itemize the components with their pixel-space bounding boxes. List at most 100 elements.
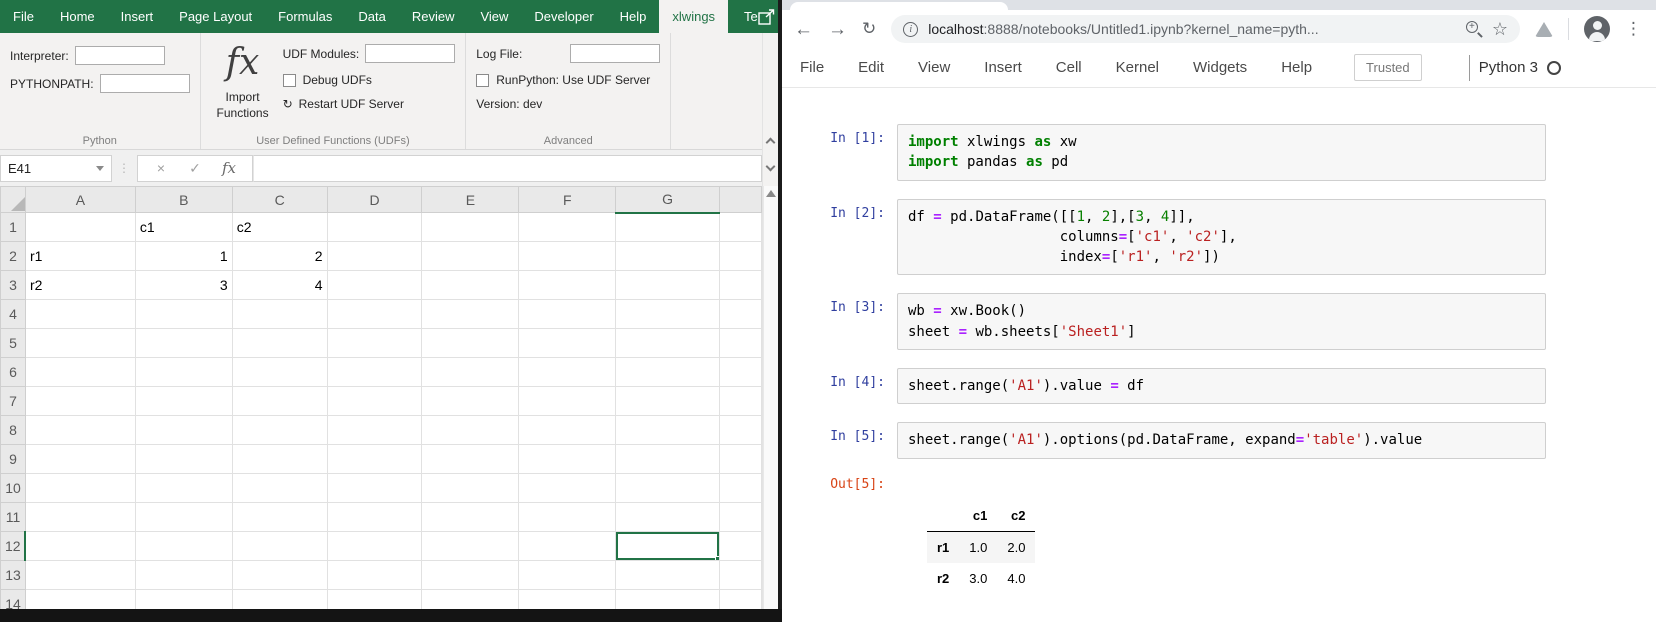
grid-cell-G13[interactable]: [615, 560, 720, 590]
grid-cell-partial-8[interactable]: [719, 415, 762, 445]
ribbon-tab-file[interactable]: File: [0, 0, 47, 33]
grid-cell-D12[interactable]: [326, 531, 423, 561]
debug-udfs-checkbox-row[interactable]: Debug UDFs: [282, 73, 456, 87]
name-box-dropdown-icon[interactable]: [96, 165, 104, 171]
grid-cell-A8[interactable]: [24, 415, 136, 445]
grid-cell-D10[interactable]: [326, 473, 423, 503]
tell-me-box[interactable]: Tell me w: [728, 0, 758, 33]
column-header-F[interactable]: F: [518, 186, 617, 213]
share-button[interactable]: [758, 0, 778, 33]
grid-cell-B13[interactable]: [134, 560, 233, 590]
grid-cell-D4[interactable]: [326, 299, 423, 329]
ribbon-tab-help[interactable]: Help: [607, 0, 660, 33]
url-text[interactable]: localhost:8888/notebooks/Untitled1.ipynb…: [928, 21, 1456, 37]
grid-cell-partial-3[interactable]: [719, 270, 762, 300]
grid-cell-A11[interactable]: [24, 502, 136, 532]
selection-fill-handle[interactable]: [715, 556, 719, 560]
trusted-button[interactable]: Trusted: [1354, 54, 1422, 81]
grid-cell-G6[interactable]: [615, 357, 720, 387]
grid-cell-C10[interactable]: [231, 473, 328, 503]
grid-cell-F13[interactable]: [518, 560, 617, 590]
grid-cell-D3[interactable]: [326, 270, 423, 300]
ribbon-collapse-button[interactable]: [765, 33, 776, 150]
menu-item-kernel[interactable]: Kernel: [1116, 59, 1176, 76]
enter-icon[interactable]: ✓: [178, 160, 212, 177]
grid-cell-C2[interactable]: 2: [231, 241, 328, 271]
grid-cell-G7[interactable]: [615, 386, 720, 416]
grid-cell-F1[interactable]: [518, 212, 617, 242]
grid-cell-partial-6[interactable]: [719, 357, 762, 387]
code-cell-5[interactable]: In [5]: sheet.range('A1').options(pd.Data…: [782, 422, 1546, 459]
row-header-10[interactable]: 10: [0, 473, 26, 503]
scroll-up-icon[interactable]: [766, 190, 776, 197]
grid-cell-partial-2[interactable]: [719, 241, 762, 271]
row-header-4[interactable]: 4: [0, 299, 26, 329]
code-cell-4[interactable]: In [4]: sheet.range('A1').value = df: [782, 368, 1546, 405]
grid-cell-B6[interactable]: [134, 357, 233, 387]
row-header-1[interactable]: 1: [0, 212, 26, 242]
grid-cell-F2[interactable]: [518, 241, 617, 271]
grid-cell-B1[interactable]: c1: [134, 212, 233, 242]
grid-cell-E5[interactable]: [421, 328, 520, 358]
grid-cell-F4[interactable]: [518, 299, 617, 329]
grid-cell-E8[interactable]: [421, 415, 520, 445]
ribbon-tab-page-layout[interactable]: Page Layout: [166, 0, 265, 33]
grid-cell-F11[interactable]: [518, 502, 617, 532]
grid-cell-C3[interactable]: 4: [231, 270, 328, 300]
grid-cell-E13[interactable]: [421, 560, 520, 590]
grid-cell-F9[interactable]: [518, 444, 617, 474]
grid-cell-B9[interactable]: [134, 444, 233, 474]
grid-cell-F10[interactable]: [518, 473, 617, 503]
grid-cell-partial-7[interactable]: [719, 386, 762, 416]
profile-avatar[interactable]: [1584, 16, 1610, 42]
grid-cell-E4[interactable]: [421, 299, 520, 329]
grid-cell-D5[interactable]: [326, 328, 423, 358]
grid-cell-A12[interactable]: [24, 531, 136, 561]
row-header-5[interactable]: 5: [0, 328, 26, 358]
browser-active-tab[interactable]: [790, 2, 1008, 12]
grid-cell-A5[interactable]: [24, 328, 136, 358]
ribbon-tab-formulas[interactable]: Formulas: [265, 0, 345, 33]
menu-item-help[interactable]: Help: [1281, 59, 1329, 76]
grid-cell-C6[interactable]: [231, 357, 328, 387]
name-box[interactable]: E41: [0, 154, 112, 182]
ribbon-tab-developer[interactable]: Developer: [521, 0, 606, 33]
row-header-7[interactable]: 7: [0, 386, 26, 416]
grid-cell-E2[interactable]: [421, 241, 520, 271]
grid-cell-F6[interactable]: [518, 357, 617, 387]
grid-cell-A10[interactable]: [24, 473, 136, 503]
browser-menu-icon[interactable]: ⋮: [1625, 19, 1642, 39]
ribbon-tab-xlwings[interactable]: xlwings: [659, 0, 729, 33]
grid-cell-A3[interactable]: r2: [24, 270, 136, 300]
grid-cell-B7[interactable]: [134, 386, 233, 416]
extension-icon[interactable]: [1535, 21, 1553, 37]
grid-cell-D6[interactable]: [326, 357, 423, 387]
grid-cell-B12[interactable]: [134, 531, 233, 561]
grid-cell-C7[interactable]: [231, 386, 328, 416]
page-info-icon[interactable]: i: [903, 21, 919, 37]
grid-cell-G2[interactable]: [615, 241, 720, 271]
code-input[interactable]: sheet.range('A1').options(pd.DataFrame, …: [897, 422, 1546, 459]
vertical-scrollbar[interactable]: [763, 186, 778, 622]
grid-cell-D1[interactable]: [326, 212, 423, 242]
grid-cell-partial-5[interactable]: [719, 328, 762, 358]
formula-bar-expand-button[interactable]: [765, 150, 776, 186]
reload-icon[interactable]: ↻: [862, 19, 876, 39]
grid-cell-F3[interactable]: [518, 270, 617, 300]
grid-cell-G3[interactable]: [615, 270, 720, 300]
ribbon-tab-view[interactable]: View: [467, 0, 521, 33]
grid-cell-B8[interactable]: [134, 415, 233, 445]
grid-cell-C8[interactable]: [231, 415, 328, 445]
grid-cell-B2[interactable]: 1: [134, 241, 233, 271]
grid-cell-D2[interactable]: [326, 241, 423, 271]
grid-cell-partial-13[interactable]: [719, 560, 762, 590]
grid-cell-A1[interactable]: [24, 212, 136, 242]
log-file-input[interactable]: [570, 44, 661, 63]
pythonpath-input[interactable]: [99, 74, 190, 93]
grid-cell-F8[interactable]: [518, 415, 617, 445]
address-bar[interactable]: i localhost:8888/notebooks/Untitled1.ipy…: [891, 15, 1520, 43]
grid-cell-A9[interactable]: [24, 444, 136, 474]
code-input[interactable]: sheet.range('A1').value = df: [897, 368, 1546, 405]
grid-cell-E12[interactable]: [421, 531, 520, 561]
code-cell-3[interactable]: In [3]: wb = xw.Book() sheet = wb.sheets[…: [782, 293, 1546, 351]
